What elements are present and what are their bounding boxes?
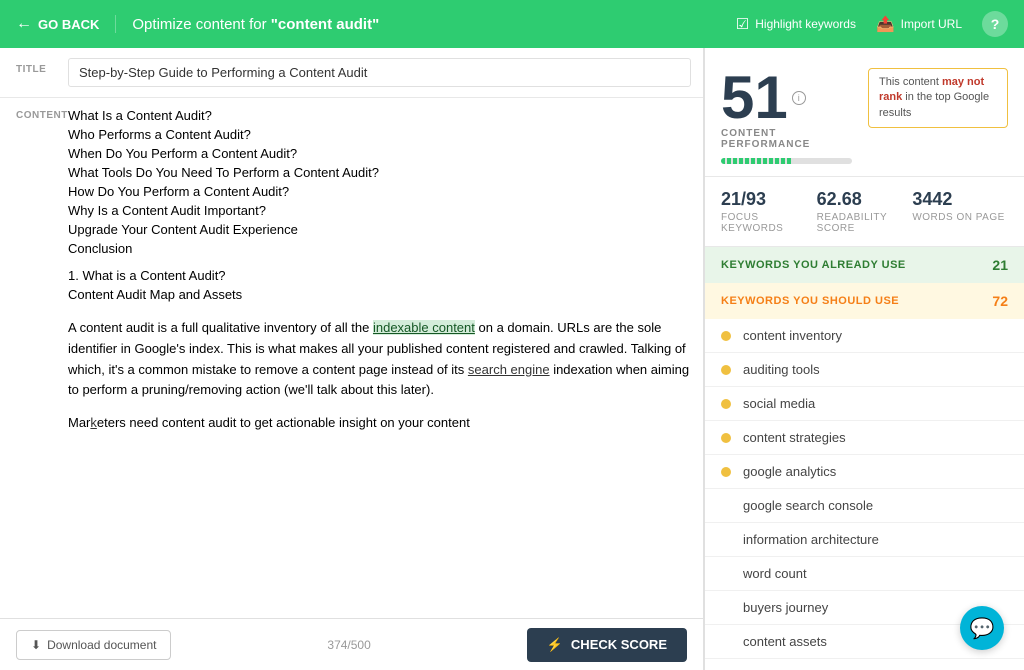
keyword-dot: [721, 331, 731, 341]
keyword-text: google analytics: [743, 464, 836, 479]
keyword-text: buyers journey: [743, 600, 828, 615]
keyword-text: content strategies: [743, 430, 846, 445]
stat-focus-keywords: 21/93 FOCUS KEYWORDS: [721, 189, 817, 234]
content-line: Upgrade Your Content Audit Experience: [68, 222, 691, 237]
keyword-item[interactable]: auditing tools: [705, 353, 1024, 387]
keyword-text: content inventory: [743, 328, 842, 343]
score-label: CONTENT PERFORMANCE: [721, 128, 852, 150]
bottom-bar: ⬇ Download document 374/500 ⚡ CHECK SCOR…: [0, 618, 703, 670]
keyword-item[interactable]: content inventory: [705, 319, 1024, 353]
keywords-should-label: KEYWORDS YOU SHOULD USE: [721, 295, 899, 307]
download-button[interactable]: ⬇ Download document: [16, 630, 171, 660]
header: ← GO BACK Optimize content for "content …: [0, 0, 1024, 48]
score-warning: This content may not rank in the top Goo…: [868, 68, 1008, 128]
score-number: 51: [721, 68, 788, 128]
keyword-dot: [721, 535, 731, 545]
keywords-already-use[interactable]: KEYWORDS YOU ALREADY USE 21: [705, 247, 1024, 283]
content-line: What Tools Do You Need To Perform a Cont…: [68, 165, 691, 180]
stat-label-focus: FOCUS KEYWORDS: [721, 212, 817, 234]
check-score-icon: ⚡: [547, 637, 563, 653]
title-label: TITLE: [0, 58, 68, 75]
import-icon: 📤: [876, 15, 895, 33]
right-panel: 51 i CONTENT PERFORMANCE This content ma…: [704, 48, 1024, 670]
stat-label-words: WORDS ON PAGE: [912, 212, 1008, 223]
keyword-dot: [721, 603, 731, 613]
keyword-dot: [721, 569, 731, 579]
go-back-label: GO BACK: [38, 17, 99, 32]
content-area-wrapper: CONTENT What Is a Content Audit? Who Per…: [0, 98, 703, 618]
stat-value-readability: 62.68: [817, 189, 913, 210]
download-icon: ⬇: [31, 638, 41, 652]
score-section: 51 i CONTENT PERFORMANCE This content ma…: [705, 48, 1024, 177]
check-score-button[interactable]: ⚡ CHECK SCORE: [527, 628, 687, 662]
content-line: When Do You Perform a Content Audit?: [68, 146, 691, 161]
keywords-should-count: 72: [992, 293, 1008, 309]
keyword-text: information architecture: [743, 532, 879, 547]
checkbox-icon: ☑: [736, 15, 749, 33]
stat-words-on-page: 3442 WORDS ON PAGE: [912, 189, 1008, 234]
stat-label-readability: READABILITY SCORE: [817, 212, 913, 234]
keywords-already-label: KEYWORDS YOU ALREADY USE: [721, 259, 906, 271]
keyword-dot: [721, 365, 731, 375]
content-line: How Do You Perform a Content Audit?: [68, 184, 691, 199]
keyword-item[interactable]: word count: [705, 557, 1024, 591]
content-line: 1. What is a Content Audit?: [68, 268, 691, 283]
content-line: Conclusion: [68, 241, 691, 256]
keyword-item[interactable]: google analytics: [705, 455, 1024, 489]
score-bar: [721, 158, 852, 164]
content-line: Why Is a Content Audit Important?: [68, 203, 691, 218]
stat-value-words: 3442: [912, 189, 1008, 210]
content-line: What Is a Content Audit?: [68, 108, 691, 123]
keyword-dot: [721, 501, 731, 511]
content-scroll-area[interactable]: What Is a Content Audit? Who Performs a …: [68, 98, 703, 618]
stats-row: 21/93 FOCUS KEYWORDS 62.68 READABILITY S…: [705, 177, 1024, 247]
keywords-should-use[interactable]: KEYWORDS YOU SHOULD USE 72: [705, 283, 1024, 319]
chat-icon: 💬: [970, 616, 995, 641]
keyword-dot: [721, 399, 731, 409]
left-panel: TITLE CONTENT What Is a Content Audit? W…: [0, 48, 704, 670]
word-count: 374/500: [327, 638, 370, 652]
help-button[interactable]: ?: [982, 11, 1008, 37]
score-info-icon[interactable]: i: [792, 91, 806, 105]
title-field-row: TITLE: [0, 48, 703, 98]
highlight-keywords-toggle[interactable]: ☑ Highlight keywords: [736, 15, 856, 33]
content-label: CONTENT: [0, 98, 68, 618]
chat-bubble-button[interactable]: 💬: [960, 606, 1004, 650]
header-title: Optimize content for "content audit": [132, 16, 719, 33]
keyword-dot: [721, 433, 731, 443]
keyword-text: social media: [743, 396, 815, 411]
content-paragraph: Marketers need content audit to get acti…: [68, 413, 691, 434]
keyword-item[interactable]: information architecture: [705, 523, 1024, 557]
go-back-button[interactable]: ← GO BACK: [16, 15, 116, 33]
keyword-item[interactable]: google search console: [705, 489, 1024, 523]
keyword-item[interactable]: content strategies: [705, 421, 1024, 455]
keyword-text: content assets: [743, 634, 827, 649]
keyword-text: google search console: [743, 498, 873, 513]
header-actions: ☑ Highlight keywords 📤 Import URL ?: [736, 11, 1008, 37]
keyword-dot: [721, 467, 731, 477]
score-bar-fill: [721, 158, 793, 164]
keywords-already-count: 21: [992, 257, 1008, 273]
stat-readability: 62.68 READABILITY SCORE: [817, 189, 913, 234]
title-input[interactable]: [68, 58, 691, 87]
stat-value-focus: 21/93: [721, 189, 817, 210]
content-line: Content Audit Map and Assets: [68, 287, 691, 302]
keyword-text: word count: [743, 566, 807, 581]
keyword-dot: [721, 637, 731, 647]
back-arrow-icon: ←: [16, 15, 32, 33]
keyword-item[interactable]: social media: [705, 387, 1024, 421]
content-paragraph: A content audit is a full qualitative in…: [68, 318, 691, 401]
keyword-text: auditing tools: [743, 362, 820, 377]
import-url-button[interactable]: 📤 Import URL: [876, 15, 962, 33]
content-line: Who Performs a Content Audit?: [68, 127, 691, 142]
main-layout: TITLE CONTENT What Is a Content Audit? W…: [0, 48, 1024, 670]
